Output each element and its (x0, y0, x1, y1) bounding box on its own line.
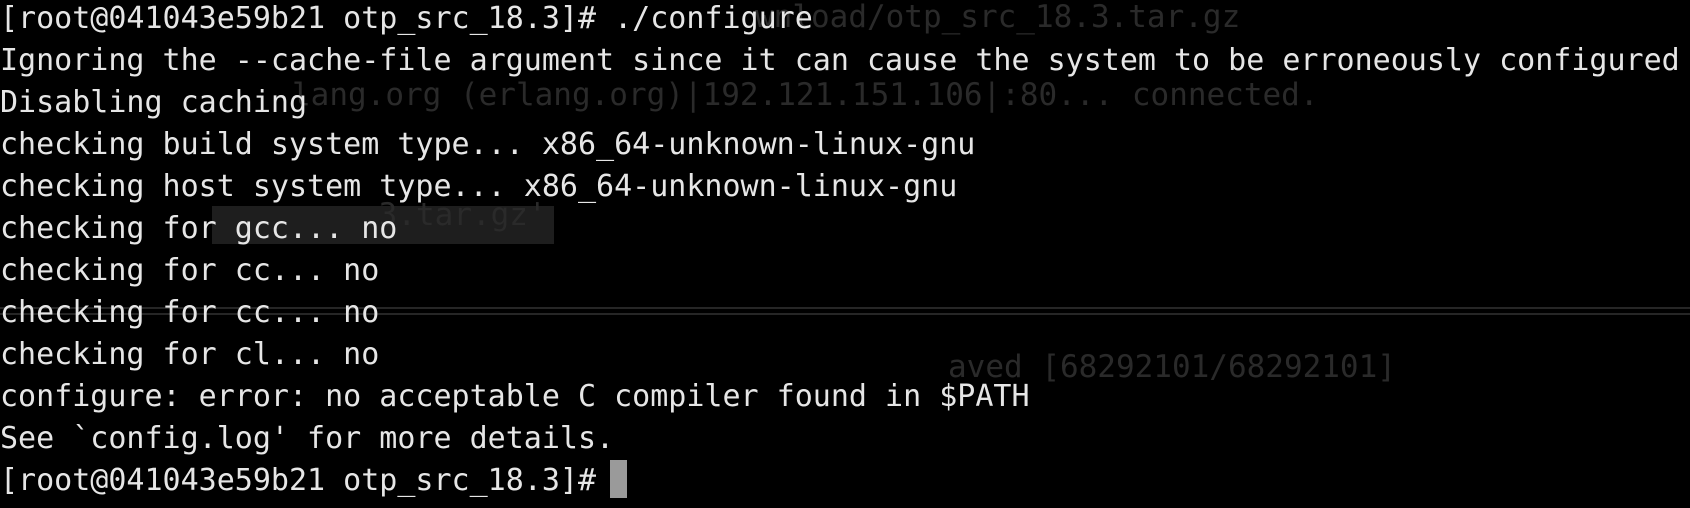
output-line: checking host system type... x86_64-unkn… (0, 169, 958, 204)
output-line: checking for cc... no (0, 253, 380, 288)
output-line: checking build system type... x86_64-unk… (0, 127, 976, 162)
terminal-window[interactable]: wnload/otp_src_18.3.tar.gz lang.org (erl… (0, 0, 1690, 508)
terminal-output: [root@041043e59b21 otp_src_18.3]# ./conf… (0, 0, 1680, 502)
output-line: checking for cc... no (0, 295, 380, 330)
output-line: checking for cl... no (0, 337, 380, 372)
prompt-line[interactable]: [root@041043e59b21 otp_src_18.3]# (0, 460, 1680, 502)
prompt-command-line: [root@041043e59b21 otp_src_18.3]# ./conf… (0, 1, 813, 36)
output-line: checking for gcc... no (0, 211, 398, 246)
shell-prompt: [root@041043e59b21 otp_src_18.3]# (0, 463, 597, 498)
output-line: Disabling caching (0, 85, 308, 120)
cursor-block (610, 460, 628, 498)
output-line: Ignoring the --cache-file argument since… (0, 43, 1680, 78)
error-line: configure: error: no acceptable C compil… (0, 379, 1030, 414)
output-line: See `config.log' for more details. (0, 421, 615, 456)
